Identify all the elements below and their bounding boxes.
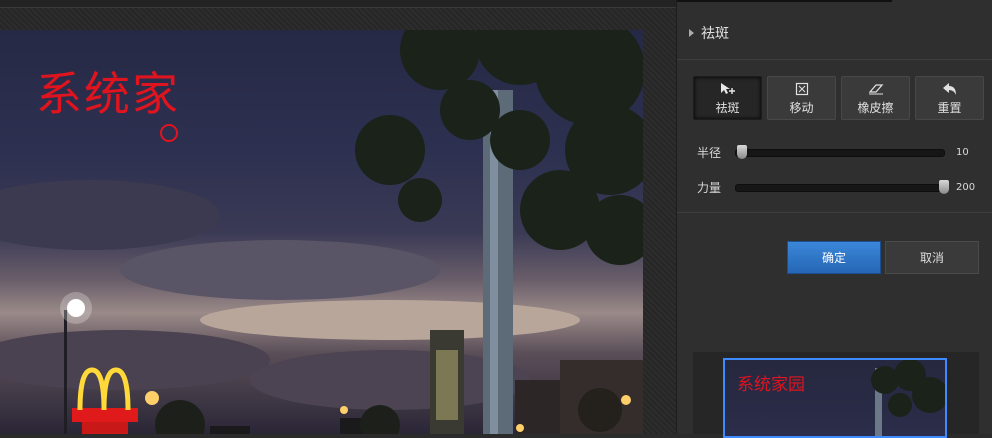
- tool-label: 祛斑: [715, 100, 740, 115]
- remove-spot-tool-button[interactable]: 祛斑: [693, 76, 762, 120]
- section-title: 祛斑: [701, 26, 729, 42]
- strength-slider-track[interactable]: [735, 179, 949, 194]
- tool-label: 重置: [937, 100, 962, 115]
- move-tool-button[interactable]: 移动: [767, 76, 836, 120]
- radius-label: 半径: [697, 146, 722, 160]
- section-header[interactable]: 祛斑: [677, 20, 992, 46]
- strength-slider-row: 力量 200: [697, 179, 975, 196]
- undo-arrow-icon: [942, 81, 958, 97]
- tool-buttons: 祛斑 移动 橡皮擦 重置: [693, 76, 984, 120]
- adjustment-panel: 祛斑 祛斑 移动 橡皮擦 重置 半径 10 力量 200 确定 取消 系统家园: [676, 0, 992, 438]
- watermark-text: 系统家: [36, 67, 180, 121]
- navigator-preview: 系统家园: [693, 352, 979, 438]
- strength-slider-handle[interactable]: [939, 179, 949, 194]
- strength-value: 200: [956, 182, 976, 193]
- strength-label: 力量: [697, 181, 722, 195]
- canvas-top-bar: [0, 0, 676, 8]
- panel-top-line: [677, 0, 992, 2]
- radius-slider-row: 半径 10: [697, 144, 969, 161]
- move-frame-icon: [795, 81, 809, 97]
- caret-right-icon: [689, 29, 694, 37]
- radius-value: 10: [956, 147, 969, 158]
- divider: [677, 59, 992, 60]
- reset-tool-button[interactable]: 重置: [915, 76, 984, 120]
- blemish-brush-cursor: [160, 124, 178, 142]
- cursor-plus-icon: [720, 81, 736, 97]
- preview-watermark: 系统家园: [737, 375, 805, 395]
- eraser-icon: [868, 81, 884, 97]
- tool-label: 移动: [789, 100, 814, 115]
- canvas-area[interactable]: 系统家: [0, 0, 676, 434]
- divider: [677, 212, 992, 213]
- photo-canvas[interactable]: 系统家: [0, 30, 643, 434]
- cancel-button[interactable]: 取消: [885, 241, 979, 274]
- confirm-button[interactable]: 确定: [787, 241, 881, 274]
- preview-viewport-frame[interactable]: 系统家园: [723, 358, 947, 438]
- radius-slider-track[interactable]: [735, 144, 945, 159]
- radius-slider-handle[interactable]: [737, 144, 748, 159]
- tool-label: 橡皮擦: [857, 100, 894, 115]
- eraser-tool-button[interactable]: 橡皮擦: [841, 76, 910, 120]
